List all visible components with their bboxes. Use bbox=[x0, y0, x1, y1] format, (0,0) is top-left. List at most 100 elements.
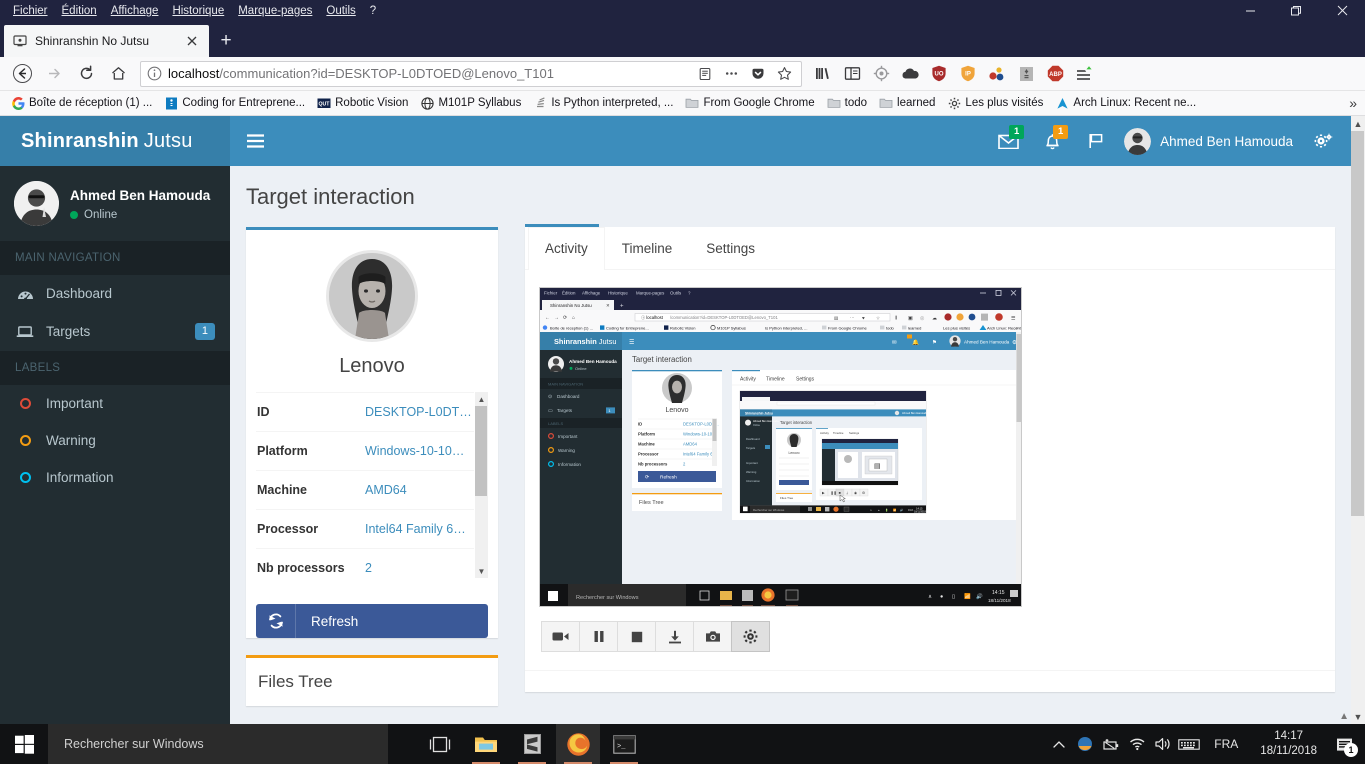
download-icon[interactable] bbox=[655, 621, 694, 652]
windows-start-icon[interactable] bbox=[0, 724, 48, 764]
stop-icon[interactable] bbox=[617, 621, 656, 652]
bookmark-item[interactable]: todo bbox=[822, 94, 872, 112]
pause-icon[interactable] bbox=[579, 621, 618, 652]
tab-settings[interactable]: Settings bbox=[689, 227, 772, 269]
scrollbar-track[interactable] bbox=[475, 406, 488, 564]
browser-tab[interactable]: Shinranshin No Jutsu bbox=[4, 25, 209, 57]
menu-affichage[interactable]: Affichage bbox=[104, 2, 166, 20]
home-icon[interactable] bbox=[102, 59, 134, 89]
firefox-icon[interactable] bbox=[556, 724, 600, 764]
scroll-down-icon[interactable]: ▼ bbox=[1351, 709, 1365, 724]
sidebar-icon[interactable] bbox=[839, 61, 865, 87]
site-identity-icon[interactable] bbox=[147, 66, 162, 81]
scroll-up-icon[interactable]: ▲ bbox=[1351, 116, 1365, 131]
reload-icon[interactable] bbox=[70, 59, 102, 89]
scroll-down-icon[interactable]: ▼ bbox=[478, 564, 486, 578]
bookmark-item[interactable]: QUT Robotic Vision bbox=[312, 94, 413, 112]
molecule-icon[interactable] bbox=[984, 61, 1010, 87]
task-view-icon[interactable] bbox=[418, 724, 462, 764]
detail-value[interactable]: Windows-10-10… bbox=[364, 432, 474, 471]
tab-timeline[interactable]: Timeline bbox=[605, 227, 690, 269]
battery-icon[interactable] bbox=[1098, 724, 1124, 764]
scrollbar-thumb[interactable] bbox=[1351, 131, 1364, 516]
menu-fichier[interactable]: Fichier bbox=[6, 2, 55, 20]
adblock-plus-icon[interactable]: ABP bbox=[1042, 61, 1068, 87]
bookmark-item[interactable]: Arch Linux: Recent ne... bbox=[1050, 94, 1201, 112]
flag-icon[interactable] bbox=[1074, 116, 1118, 166]
bookmark-item[interactable]: Is Python interpreted, ... bbox=[528, 94, 678, 112]
show-hidden-icons-icon[interactable] bbox=[1046, 724, 1072, 764]
volume-icon[interactable] bbox=[1150, 724, 1176, 764]
bookmark-item[interactable]: Coding for Entreprene... bbox=[159, 94, 310, 112]
tab-activity[interactable]: Activity bbox=[528, 227, 605, 270]
menu-hamburger-icon[interactable] bbox=[1071, 61, 1097, 87]
menu-marque-pages[interactable]: Marque-pages bbox=[231, 2, 319, 20]
screenshot-camera-icon[interactable] bbox=[693, 621, 732, 652]
action-center-icon[interactable]: 1 bbox=[1327, 724, 1361, 764]
detail-value[interactable]: AMD64 bbox=[364, 471, 474, 510]
remote-screen-preview[interactable]: Fichier Édition Affichage Historique Marque… bbox=[539, 287, 1022, 607]
sidebar-item-information[interactable]: Information bbox=[0, 459, 230, 496]
wifi-icon[interactable] bbox=[1124, 724, 1150, 764]
scrollbar-thumb[interactable] bbox=[475, 406, 487, 496]
bookmark-item[interactable]: Les plus visités bbox=[942, 94, 1048, 112]
page-actions-icon[interactable] bbox=[721, 66, 742, 81]
detail-value[interactable]: 2 bbox=[364, 549, 474, 579]
bookmark-item[interactable]: M101P Syllabus bbox=[415, 94, 526, 112]
back-arrow-icon[interactable] bbox=[6, 59, 38, 89]
record-video-icon[interactable] bbox=[541, 621, 580, 652]
menu-historique[interactable]: Historique bbox=[165, 2, 231, 20]
gears-icon[interactable] bbox=[1303, 116, 1343, 166]
page-scrollbar[interactable]: ▲ ▼ bbox=[1351, 116, 1365, 724]
refresh-button[interactable]: Refresh bbox=[256, 604, 488, 638]
reader-view-icon[interactable] bbox=[695, 67, 715, 81]
menu-edition[interactable]: Édition bbox=[55, 2, 104, 20]
sidebar-item-targets[interactable]: Targets 1 bbox=[0, 312, 230, 351]
content-scroll-down-icon[interactable]: ▲ bbox=[1339, 711, 1349, 722]
sidebar-item-warning[interactable]: Warning bbox=[0, 422, 230, 459]
forward-arrow-icon[interactable] bbox=[38, 59, 70, 89]
bookmark-item[interactable]: learned bbox=[874, 94, 940, 112]
bookmarks-overflow-button[interactable]: » bbox=[1349, 95, 1359, 111]
target-icon[interactable] bbox=[868, 61, 894, 87]
hamburger-icon[interactable] bbox=[230, 116, 280, 166]
app-brand[interactable]: Shinranshin Jutsu bbox=[0, 116, 230, 166]
detail-value[interactable]: DESKTOP-L0DT… bbox=[364, 393, 474, 432]
menu-outils[interactable]: Outils bbox=[319, 2, 362, 20]
keyboard-icon[interactable] bbox=[1176, 724, 1202, 764]
scrollbar-track[interactable] bbox=[1351, 131, 1365, 709]
bookmark-item[interactable]: From Google Chrome bbox=[680, 94, 819, 112]
library-icon[interactable] bbox=[810, 61, 836, 87]
details-scrollbar[interactable]: ▲ ▼ bbox=[475, 392, 488, 578]
app-circle-icon[interactable] bbox=[1072, 724, 1098, 764]
sidebar-user-panel[interactable]: Ahmed Ben Hamouda Online bbox=[0, 166, 230, 241]
sidebar-item-dashboard[interactable]: Dashboard bbox=[0, 275, 230, 312]
scroll-up-icon[interactable]: ▲ bbox=[478, 392, 486, 406]
detail-value[interactable]: Intel64 Family 6… bbox=[364, 510, 474, 549]
file-explorer-icon[interactable] bbox=[464, 724, 508, 764]
grey-extension-icon[interactable] bbox=[1013, 61, 1039, 87]
bookmark-item[interactable]: Boîte de réception (1) ... bbox=[6, 94, 157, 112]
maximize-icon[interactable] bbox=[1273, 0, 1319, 21]
ublock-origin-icon[interactable]: UO bbox=[926, 61, 952, 87]
settings-gear-icon[interactable] bbox=[731, 621, 770, 652]
windows-search-box[interactable]: Rechercher sur Windows bbox=[48, 724, 388, 764]
menu-help[interactable]: ? bbox=[363, 2, 383, 20]
minimize-icon[interactable] bbox=[1227, 0, 1273, 21]
close-icon[interactable] bbox=[183, 32, 201, 50]
pocket-icon[interactable] bbox=[748, 67, 768, 81]
input-language[interactable]: FRA bbox=[1202, 737, 1250, 751]
sidebar-item-important[interactable]: Important bbox=[0, 385, 230, 422]
cloud-icon[interactable] bbox=[897, 61, 923, 87]
bookmark-star-icon[interactable] bbox=[774, 66, 795, 81]
header-user[interactable]: Ahmed Ben Hamouda bbox=[1118, 116, 1303, 166]
ip-shield-icon[interactable]: IP bbox=[955, 61, 981, 87]
bell-icon[interactable]: 1 bbox=[1030, 116, 1074, 166]
envelope-icon[interactable]: 1 bbox=[986, 116, 1030, 166]
terminal-icon[interactable]: >_ bbox=[602, 724, 646, 764]
clock[interactable]: 14:17 18/11/2018 bbox=[1250, 729, 1327, 759]
close-icon[interactable] bbox=[1319, 0, 1365, 21]
sublime-text-icon[interactable] bbox=[510, 724, 554, 764]
new-tab-button[interactable]: + bbox=[209, 25, 243, 57]
address-bar[interactable]: localhost/communication?id=DESKTOP-L0DTO… bbox=[140, 60, 802, 87]
